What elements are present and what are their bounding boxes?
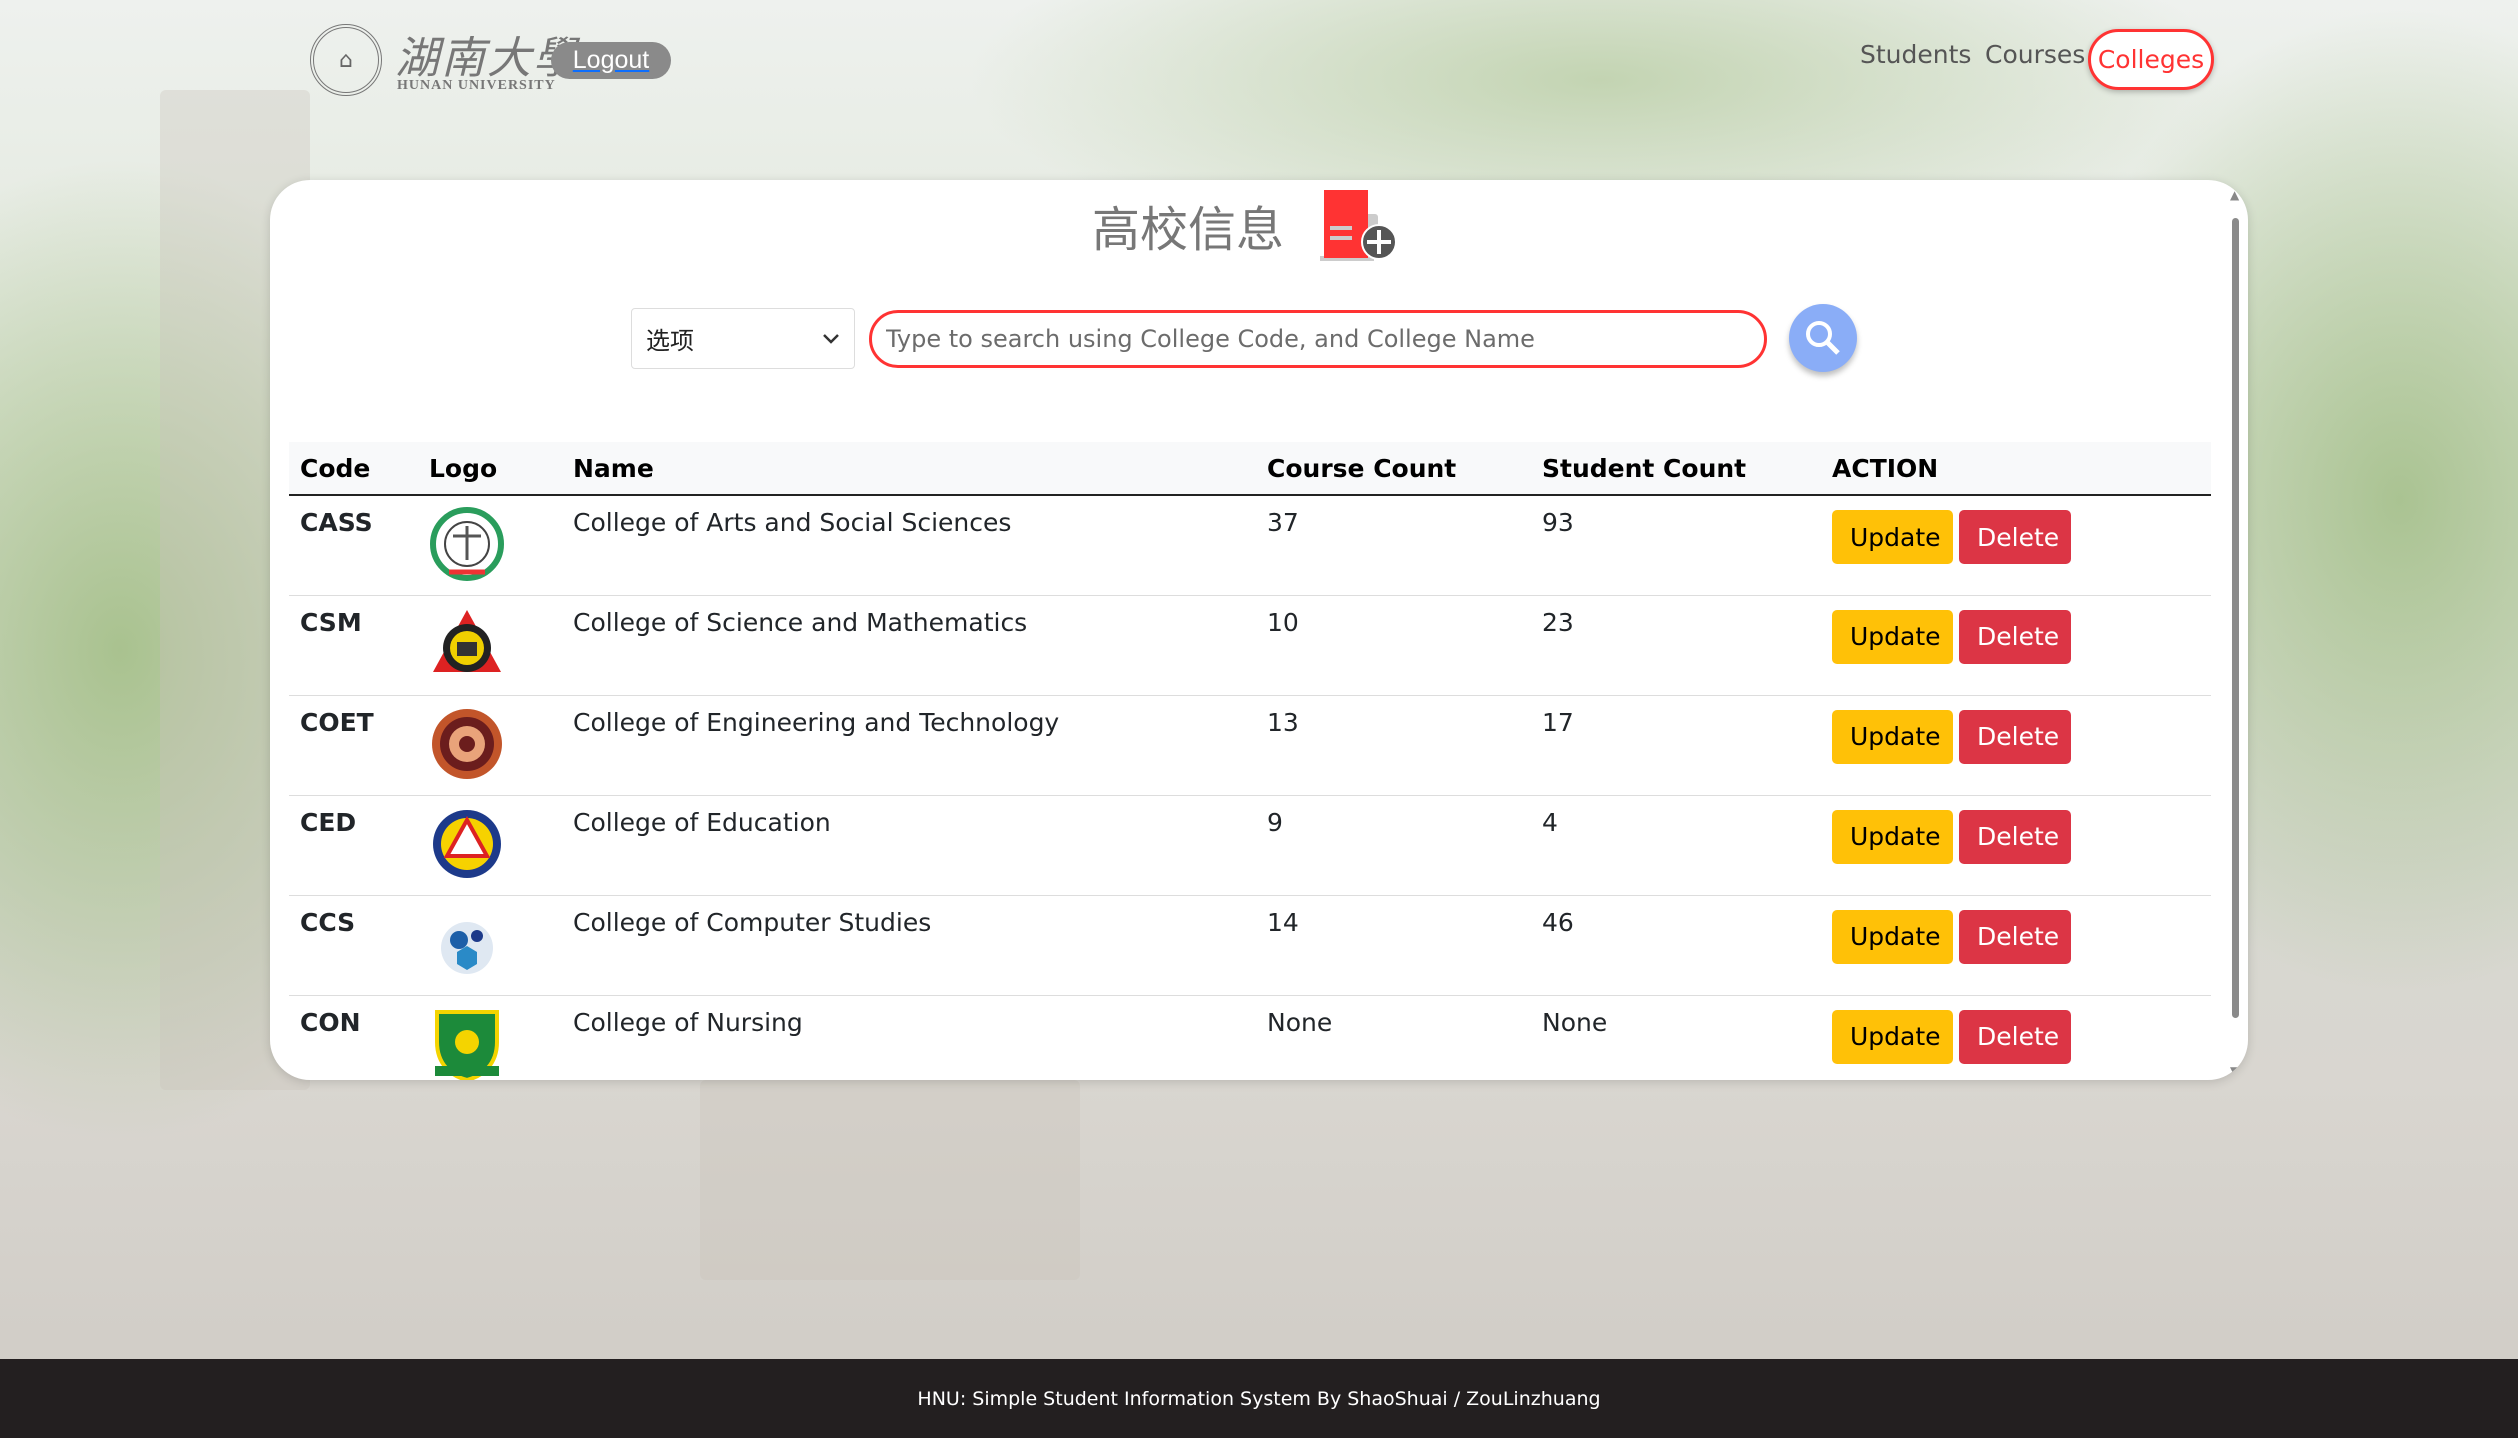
logout-button[interactable]: Logout [551, 42, 671, 79]
delete-button[interactable]: Delete [1959, 909, 2071, 964]
course-count: 37 [1256, 495, 1531, 596]
action-cell: Update Delete [1821, 895, 2211, 996]
table-row: CSM College of Science and Mathematics 1… [289, 595, 2211, 696]
college-logo [435, 1009, 499, 1080]
table-row: CASS College of Arts and Social Sciences… [289, 495, 2211, 596]
scroll-up-arrow-icon[interactable]: ▲ [2230, 188, 2239, 202]
college-logo [432, 708, 502, 779]
college-name: College of Education [562, 795, 1256, 896]
college-code: CSM [289, 595, 418, 696]
action-cell: Update Delete [1821, 795, 2211, 896]
column-header-student-count: Student Count [1531, 442, 1821, 496]
college-code: CASS [289, 495, 418, 596]
logo-cell [418, 895, 562, 996]
background-pedestal [700, 1080, 1080, 1280]
college-code: CCS [289, 895, 418, 996]
logo-cell [418, 595, 562, 696]
logo-cell [418, 995, 562, 1080]
nav-students[interactable]: Students [1860, 40, 1971, 69]
delete-button[interactable]: Delete [1959, 809, 2071, 864]
action-cell: Update Delete [1821, 595, 2211, 696]
course-count: 9 [1256, 795, 1531, 896]
course-count: 13 [1256, 695, 1531, 796]
action-cell: Update Delete [1821, 495, 2211, 596]
nav-colleges[interactable]: Colleges [2088, 29, 2214, 90]
scrollbar[interactable]: ▲ ▼ [2228, 188, 2242, 1078]
table-row: CON College of Nursing None None Update D… [289, 995, 2211, 1080]
college-name: College of Engineering and Technology [562, 695, 1256, 796]
colleges-card: 高校信息 选项 Code Logo Name Course Count Stud… [270, 180, 2248, 1080]
column-header-logo: Logo [418, 442, 562, 496]
update-button[interactable]: Update [1832, 909, 1953, 964]
add-college-icon[interactable] [1320, 190, 1398, 262]
column-header-course-count: Course Count [1256, 442, 1531, 496]
student-count: 4 [1531, 795, 1821, 896]
delete-button[interactable]: Delete [1959, 1009, 2071, 1064]
update-button[interactable]: Update [1832, 609, 1953, 664]
university-seal-logo: ⌂ [310, 24, 382, 96]
footer-text: HNU: Simple Student Information System B… [917, 1387, 1601, 1410]
scroll-down-arrow-icon[interactable]: ▼ [2230, 1064, 2239, 1078]
college-logo [430, 507, 504, 581]
search-button[interactable] [1789, 304, 1857, 372]
column-header-action: ACTION [1821, 442, 2211, 496]
action-cell: Update Delete [1821, 695, 2211, 796]
college-code: COET [289, 695, 418, 796]
delete-button[interactable]: Delete [1959, 709, 2071, 764]
student-count: 93 [1531, 495, 1821, 596]
student-count: 23 [1531, 595, 1821, 696]
college-code: CED [289, 795, 418, 896]
table-row: COET College of Engineering and Technolo… [289, 695, 2211, 796]
course-count: 10 [1256, 595, 1531, 696]
update-button[interactable]: Update [1832, 709, 1953, 764]
college-logo [441, 921, 493, 974]
student-count: None [1531, 995, 1821, 1080]
delete-button[interactable]: Delete [1959, 609, 2071, 664]
search-icon [1806, 321, 1840, 355]
college-logo [433, 609, 501, 672]
update-button[interactable]: Update [1832, 809, 1953, 864]
delete-button[interactable]: Delete [1959, 510, 2071, 564]
search-input[interactable] [869, 310, 1767, 368]
action-cell: Update Delete [1821, 995, 2211, 1080]
brand-english: HUNAN UNIVERSITY [397, 78, 556, 93]
column-header-code: Code [289, 442, 418, 496]
table-row: CCS College of Computer Studies 14 46 Up… [289, 895, 2211, 996]
update-button[interactable]: Update [1832, 510, 1953, 564]
table-header-row: Code Logo Name Course Count Student Coun… [289, 442, 2211, 496]
scrollbar-thumb[interactable] [2232, 218, 2239, 1018]
logo-cell [418, 495, 562, 596]
footer: HNU: Simple Student Information System B… [0, 1359, 2518, 1438]
student-count: 17 [1531, 695, 1821, 796]
college-name: College of Science and Mathematics [562, 595, 1256, 696]
college-name: College of Computer Studies [562, 895, 1256, 996]
course-count: 14 [1256, 895, 1531, 996]
filter-select[interactable]: 选项 [631, 308, 855, 369]
update-button[interactable]: Update [1832, 1009, 1953, 1064]
colleges-table: Code Logo Name Course Count Student Coun… [289, 442, 2211, 1080]
column-header-name: Name [562, 442, 1256, 496]
chevron-down-icon [823, 333, 839, 344]
logo-cell [418, 795, 562, 896]
logo-cell [418, 695, 562, 796]
college-name: College of Arts and Social Sciences [562, 495, 1256, 596]
page-title: 高校信息 [1092, 202, 1285, 258]
college-name: College of Nursing [562, 995, 1256, 1080]
college-code: CON [289, 995, 418, 1080]
filter-select-value: 选项 [646, 327, 694, 355]
student-count: 46 [1531, 895, 1821, 996]
course-count: None [1256, 995, 1531, 1080]
college-logo [433, 809, 501, 878]
nav-courses[interactable]: Courses [1985, 40, 2085, 69]
table-row: CED College of Education 9 4 Update Delet… [289, 795, 2211, 896]
